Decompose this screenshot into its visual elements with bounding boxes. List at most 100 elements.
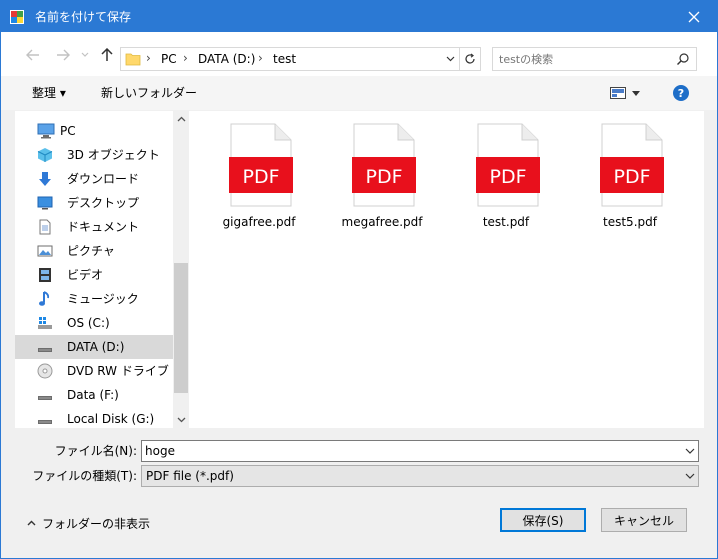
drive-icon xyxy=(37,339,53,355)
file-item[interactable]: PDF gigafree.pdf xyxy=(209,121,309,231)
view-options-button[interactable] xyxy=(610,84,646,102)
hide-folders-toggle[interactable]: フォルダーの非表示 xyxy=(27,515,150,531)
dvd-icon xyxy=(37,363,53,379)
nav-item-pictures[interactable]: ピクチャ xyxy=(15,239,173,263)
file-name: gigafree.pdf xyxy=(222,215,296,229)
app-icon xyxy=(9,9,25,25)
arrow-right-icon xyxy=(57,49,70,61)
address-history-dropdown[interactable] xyxy=(441,47,459,71)
help-button[interactable]: ? xyxy=(673,85,689,101)
organize-button[interactable]: 整理 ▾ xyxy=(32,86,66,100)
nav-item-pc[interactable]: PC xyxy=(15,119,173,143)
nav-item-os-c[interactable]: OS (C:) xyxy=(15,311,173,335)
nav-item-documents[interactable]: ドキュメント xyxy=(15,215,173,239)
chevron-down-icon xyxy=(81,52,89,57)
back-button[interactable] xyxy=(23,45,43,65)
music-note-icon xyxy=(37,291,53,307)
chevron-up-icon xyxy=(27,520,36,526)
up-button[interactable] xyxy=(97,45,117,65)
refresh-button[interactable] xyxy=(459,47,481,71)
nav-item-data-f[interactable]: Data (F:) xyxy=(15,383,173,407)
pdf-file-icon: PDF xyxy=(600,123,664,207)
breadcrumb-separator: › xyxy=(146,51,151,65)
nav-item-videos[interactable]: ビデオ xyxy=(15,263,173,287)
filetype-select[interactable]: PDF file (*.pdf) xyxy=(141,465,699,487)
pdf-file-icon: PDF xyxy=(229,123,293,207)
chevron-down-icon xyxy=(446,56,454,62)
film-icon xyxy=(37,267,53,283)
nav-item-data-d[interactable]: DATA (D:) xyxy=(15,335,173,359)
command-bar: 整理 ▾ 新しいフォルダー ? xyxy=(1,76,717,110)
breadcrumb-test[interactable]: test xyxy=(273,52,296,66)
desktop-icon xyxy=(37,195,53,211)
file-item[interactable]: PDF test5.pdf xyxy=(580,121,680,231)
pdf-badge-text: PDF xyxy=(365,166,402,188)
file-list-pane[interactable]: PDF gigafree.pdf PDF megafree.pdf PDF te… xyxy=(189,111,704,428)
hide-folders-label: フォルダーの非表示 xyxy=(42,516,151,531)
file-name: test.pdf xyxy=(482,215,530,229)
windows-drive-icon xyxy=(37,315,53,331)
chevron-down-icon xyxy=(685,448,695,454)
filename-label: ファイル名(N): xyxy=(54,444,137,458)
address-row: › PC › DATA (D:) › test xyxy=(1,32,717,76)
drive-icon xyxy=(37,411,53,427)
pdf-file-icon: PDF xyxy=(352,123,416,207)
cube-icon xyxy=(37,147,53,163)
refresh-icon xyxy=(465,53,475,64)
filename-field[interactable] xyxy=(141,440,699,462)
close-button[interactable] xyxy=(671,1,717,32)
filetype-value: PDF file (*.pdf) xyxy=(146,469,234,483)
filename-input[interactable] xyxy=(145,444,665,458)
navigation-pane[interactable]: PC 3D オブジェクト ダウンロード デスクトップ ドキュメント ピクチャ ビ… xyxy=(15,111,173,428)
nav-item-dvd-e[interactable]: DVD RW ドライブ (E:) xyxy=(15,359,173,383)
nav-item-music[interactable]: ミュージック xyxy=(15,287,173,311)
breadcrumb-pc[interactable]: PC xyxy=(161,52,177,66)
chevron-down-icon xyxy=(685,473,695,479)
breadcrumb-separator: › xyxy=(183,51,188,65)
chevron-down-icon xyxy=(632,90,640,96)
window-title: 名前を付けて保存 xyxy=(35,10,132,24)
picture-icon xyxy=(37,243,53,259)
arrow-left-icon xyxy=(26,49,39,61)
file-name: megafree.pdf xyxy=(341,215,423,229)
title-bar[interactable]: 名前を付けて保存 xyxy=(1,1,717,32)
save-button[interactable]: 保存(S) xyxy=(500,508,586,532)
close-icon xyxy=(688,11,700,22)
filetype-label: ファイルの種類(T): xyxy=(32,469,137,483)
search-icon[interactable] xyxy=(676,52,690,69)
file-name: test5.pdf xyxy=(603,215,657,229)
chevron-up-icon xyxy=(177,116,185,122)
breadcrumb-separator: › xyxy=(258,51,263,65)
breadcrumb-data-d[interactable]: DATA (D:) xyxy=(198,52,255,66)
arrow-up-icon xyxy=(101,48,113,61)
nav-item-desktop[interactable]: デスクトップ xyxy=(15,191,173,215)
recent-locations-button[interactable] xyxy=(79,45,91,65)
folder-icon xyxy=(125,51,141,70)
forward-button[interactable] xyxy=(53,45,73,65)
computer-icon xyxy=(37,123,55,139)
new-folder-button[interactable]: 新しいフォルダー xyxy=(101,86,197,100)
filename-dropdown-button[interactable] xyxy=(685,445,695,459)
file-item[interactable]: PDF test.pdf xyxy=(456,121,556,231)
scroll-down-button[interactable] xyxy=(173,412,189,428)
document-icon xyxy=(37,219,53,235)
file-item[interactable]: PDF megafree.pdf xyxy=(332,121,432,231)
drive-icon xyxy=(37,387,53,403)
pdf-badge-text: PDF xyxy=(613,166,650,188)
nav-item-local-disk-g[interactable]: Local Disk (G:) xyxy=(15,407,173,428)
scroll-up-button[interactable] xyxy=(173,111,189,127)
search-box[interactable] xyxy=(492,47,697,71)
nav-item-3d-objects[interactable]: 3D オブジェクト xyxy=(15,143,173,167)
download-arrow-icon xyxy=(37,171,53,187)
pdf-file-icon: PDF xyxy=(476,123,540,207)
filetype-dropdown-button[interactable] xyxy=(685,470,695,484)
nav-item-downloads[interactable]: ダウンロード xyxy=(15,167,173,191)
search-input[interactable] xyxy=(499,51,669,67)
view-icon xyxy=(610,87,626,99)
pdf-badge-text: PDF xyxy=(242,166,279,188)
cancel-button[interactable]: キャンセル xyxy=(601,508,687,532)
address-bar[interactable]: › PC › DATA (D:) › test xyxy=(120,47,480,71)
scroll-thumb[interactable] xyxy=(174,263,188,393)
navigation-scrollbar[interactable] xyxy=(173,111,189,428)
pdf-badge-text: PDF xyxy=(489,166,526,188)
